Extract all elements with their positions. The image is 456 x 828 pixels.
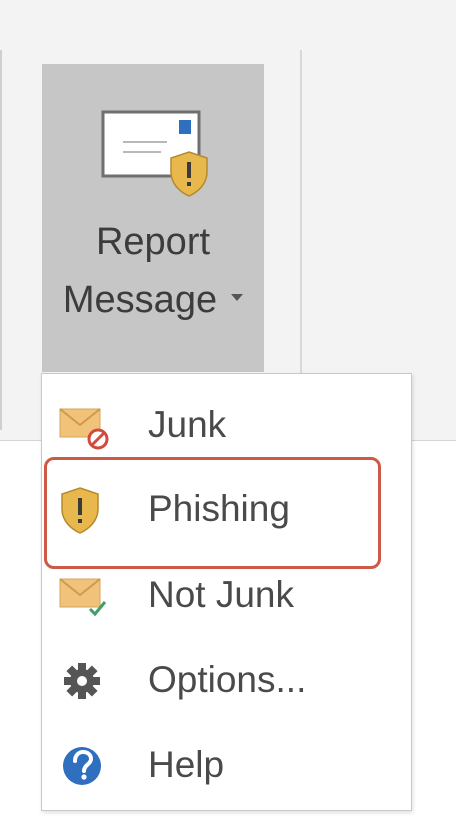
menu-item-label: Junk [148,404,227,445]
ribbon-separator [0,50,2,430]
report-message-button[interactable]: Report Message [42,64,264,372]
envelope-check-icon [59,578,107,617]
menu-item-label: Phishing [148,488,290,529]
report-label-line2: Message [42,278,264,322]
menu-item-options[interactable]: Options... [42,639,411,721]
menu-item-label: Not Junk [148,574,295,615]
envelope-block-icon [59,408,109,450]
menu-item-help[interactable]: Help [42,724,411,806]
report-label-line2-text: Message [62,279,218,321]
gear-icon [64,663,100,699]
shield-warning-icon [61,487,99,534]
report-label-line1: Report [95,221,211,263]
menu-item-junk[interactable]: Junk [42,384,411,466]
help-icon [63,747,101,785]
menu-item-label: Options... [148,659,307,700]
menu-item-phishing[interactable]: Phishing [42,468,411,550]
chevron-down-icon[interactable] [231,294,244,302]
report-dropdown-menu: Junk Phishing Not Junk Options... Help [41,373,412,811]
menu-item-not-junk[interactable]: Not Junk [42,554,411,636]
report-message-icon [101,110,208,197]
menu-item-label: Help [148,744,225,785]
